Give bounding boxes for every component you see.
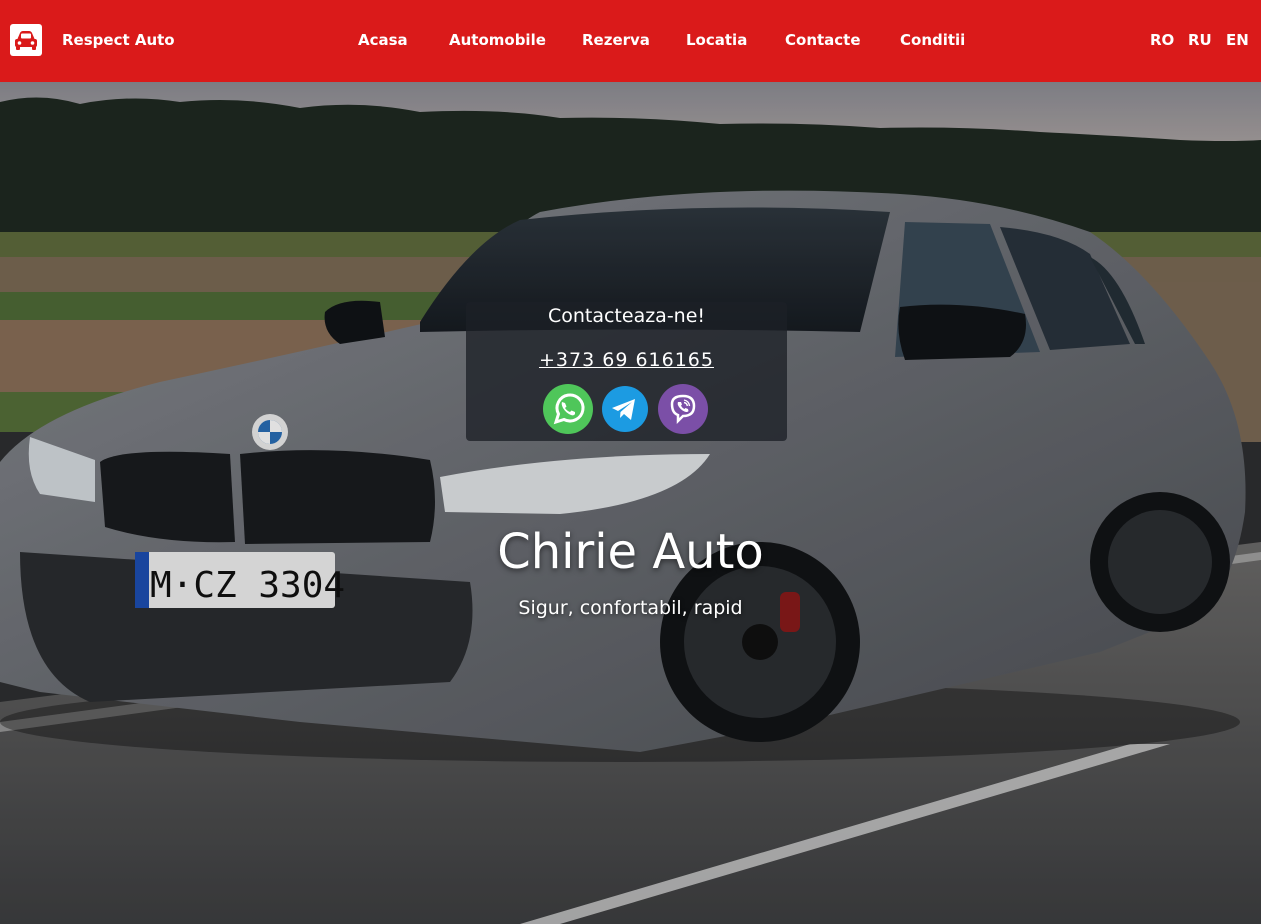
car-icon	[15, 31, 37, 50]
whatsapp-button[interactable]	[543, 384, 593, 434]
contact-title: Contacteaza-ne!	[547, 305, 706, 327]
top-navbar: Respect Auto Acasa Automobile Rezerva Lo…	[0, 0, 1261, 82]
hero-overlay	[0, 82, 1261, 924]
contact-card: Contacteaza-ne! +373 69 616165	[466, 302, 787, 441]
logo[interactable]	[10, 24, 42, 56]
nav-rezerva[interactable]: Rezerva	[582, 30, 650, 50]
lang-en[interactable]: EN	[1226, 30, 1249, 50]
telegram-button[interactable]	[602, 386, 648, 432]
nav-acasa[interactable]: Acasa	[358, 30, 408, 50]
whatsapp-icon	[543, 384, 593, 434]
hero-title: Chirie Auto	[497, 524, 764, 580]
nav-conditii[interactable]: Conditii	[900, 30, 965, 50]
nav-locatia[interactable]: Locatia	[686, 30, 747, 50]
hero-subtitle: Sigur, confortabil, rapid	[518, 597, 743, 619]
viber-button[interactable]	[658, 384, 708, 434]
lang-ro[interactable]: RO	[1150, 30, 1174, 50]
nav-automobile[interactable]: Automobile	[449, 30, 546, 50]
lang-ru[interactable]: RU	[1188, 30, 1212, 50]
phone-link[interactable]: +373 69 616165	[466, 348, 787, 372]
telegram-icon	[602, 386, 648, 432]
hero-section: M·CZ 3304 Contacteaza-ne! +373 69 616165	[0, 82, 1261, 924]
brand-name[interactable]: Respect Auto	[62, 30, 175, 50]
nav-contacte[interactable]: Contacte	[785, 30, 861, 50]
viber-icon	[658, 384, 708, 434]
